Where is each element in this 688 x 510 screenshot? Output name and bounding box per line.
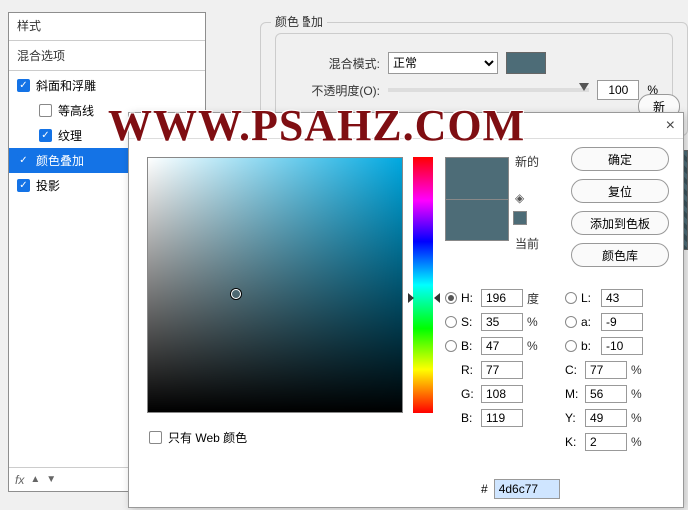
current-color-swatch[interactable]	[445, 199, 509, 241]
sv-cursor-icon[interactable]	[231, 289, 241, 299]
add-swatch-button[interactable]: 添加到色板	[571, 211, 669, 235]
opacity-label: 不透明度(O):	[290, 82, 380, 99]
new-color-swatch[interactable]	[445, 157, 509, 199]
b-input[interactable]	[481, 337, 523, 355]
hash: #	[481, 482, 488, 496]
style-bevel[interactable]: 斜面和浮雕	[9, 73, 205, 98]
hue-pointer-icon[interactable]	[434, 293, 440, 303]
checkbox-icon[interactable]	[17, 179, 30, 192]
checkbox-icon[interactable]	[149, 431, 162, 444]
r-input[interactable]	[481, 361, 523, 379]
h-input[interactable]	[481, 289, 523, 307]
close-icon[interactable]: ×	[666, 117, 675, 135]
radio-s[interactable]	[445, 316, 457, 328]
rgb-b-input[interactable]	[481, 409, 523, 427]
s-input[interactable]	[481, 313, 523, 331]
checkbox-icon[interactable]	[39, 129, 52, 142]
down-arrow-icon[interactable]: ▼	[46, 474, 56, 485]
c-input[interactable]	[585, 361, 627, 379]
style-label: 等高线	[58, 102, 94, 119]
ok-button[interactable]: 确定	[571, 147, 669, 171]
style-label: 投影	[36, 177, 60, 194]
radio-h[interactable]	[445, 292, 457, 304]
lab-b-input[interactable]	[601, 337, 643, 355]
blend-options[interactable]: 混合选项	[9, 43, 205, 68]
reset-button[interactable]: 复位	[571, 179, 669, 203]
up-arrow-icon[interactable]: ▲	[30, 474, 40, 485]
y-input[interactable]	[585, 409, 627, 427]
color-preview	[445, 157, 509, 241]
radio-a[interactable]	[565, 316, 577, 328]
checkbox-icon[interactable]	[39, 104, 52, 117]
blend-mode-label: 混合模式:	[290, 55, 380, 72]
g-input[interactable]	[481, 385, 523, 403]
fx-icon[interactable]: fx	[15, 473, 24, 487]
style-label: 斜面和浮雕	[36, 77, 96, 94]
opacity-slider[interactable]	[388, 88, 589, 92]
color-picker-dialog: × 新的 ◈ 当前 确定 复位 添加到色板 颜色库 H:度 L: S:%	[128, 112, 684, 508]
checkbox-icon[interactable]	[17, 154, 30, 167]
a-input[interactable]	[601, 313, 643, 331]
radio-lab-b[interactable]	[565, 340, 577, 352]
hue-pointer-icon[interactable]	[408, 293, 414, 303]
radio-b[interactable]	[445, 340, 457, 352]
k-input[interactable]	[585, 433, 627, 451]
hex-input[interactable]	[494, 479, 560, 499]
current-label: 当前	[515, 235, 539, 252]
style-label: 纹理	[58, 127, 82, 144]
subgroup-title: 颜色	[271, 13, 303, 30]
saturation-value-field[interactable]	[147, 157, 403, 413]
mini-swatch[interactable]	[513, 211, 527, 225]
hue-slider[interactable]	[413, 157, 433, 413]
blend-mode-select[interactable]: 正常	[388, 52, 498, 74]
color-library-button[interactable]: 颜色库	[571, 243, 669, 267]
m-input[interactable]	[585, 385, 627, 403]
color-swatch[interactable]	[506, 52, 546, 74]
style-label: 颜色叠加	[36, 152, 84, 169]
styles-header: 样式	[9, 13, 205, 38]
l-input[interactable]	[601, 289, 643, 307]
radio-l[interactable]	[565, 292, 577, 304]
checkbox-icon[interactable]	[17, 79, 30, 92]
new-label: 新的	[515, 153, 539, 170]
web-only-label: 只有 Web 颜色	[168, 429, 247, 446]
cube-icon[interactable]: ◈	[515, 191, 529, 205]
opacity-input[interactable]	[597, 80, 639, 100]
